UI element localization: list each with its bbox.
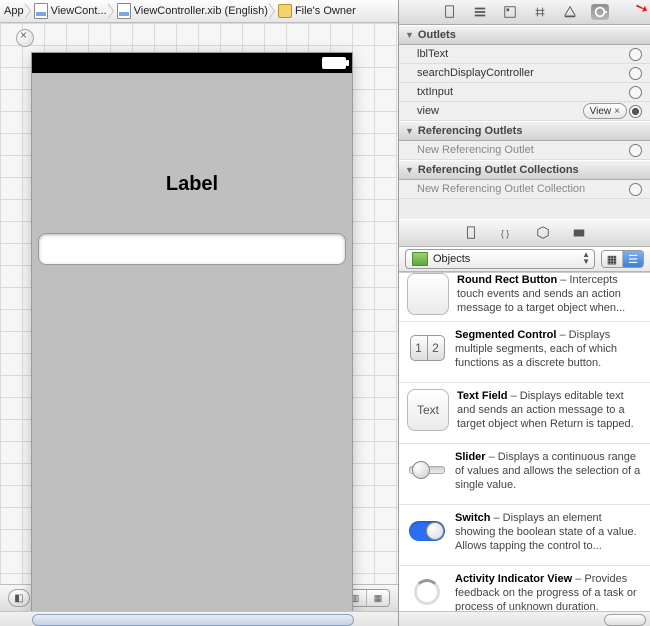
- library-item-segmented[interactable]: 12 Segmented Control – Displays multiple…: [399, 322, 650, 383]
- outlet-label: view: [417, 105, 439, 117]
- xib-file-icon: [117, 3, 131, 19]
- quick-help-tab[interactable]: [471, 4, 489, 20]
- utilities-pane: ➘ ▼ Outlets lblText searchDisplayControll…: [399, 0, 650, 626]
- inspector-tab-bar: ➘: [399, 0, 650, 25]
- outlet-label: txtInput: [417, 86, 453, 98]
- media-library-tab[interactable]: [570, 225, 588, 241]
- library-item-desc: Segmented Control – Displays multiple se…: [455, 328, 642, 376]
- canvas-horizontal-scrollbar[interactable]: [0, 611, 398, 626]
- connection-port-icon[interactable]: [629, 105, 642, 118]
- close-document-button[interactable]: [16, 29, 34, 47]
- outlet-label: searchDisplayController: [417, 67, 534, 79]
- connection-port-icon[interactable]: [629, 183, 642, 196]
- library-combo-label: Objects: [433, 253, 470, 265]
- new-referencing-outlet[interactable]: New Referencing Outlet: [399, 141, 650, 160]
- library-item-activity[interactable]: Activity Indicator View – Provides feedb…: [399, 566, 650, 611]
- outlet-txtinput[interactable]: txtInput: [399, 83, 650, 102]
- breadcrumb-app-label: App: [4, 5, 24, 17]
- status-bar: [32, 53, 352, 73]
- library-item-desc: Round Rect Button – Intercepts touch eve…: [457, 273, 642, 315]
- connection-port-icon[interactable]: [629, 67, 642, 80]
- objects-cube-icon: [412, 252, 428, 266]
- object-library-list[interactable]: Round Rect Button – Intercepts touch eve…: [399, 272, 650, 611]
- breadcrumb-controller[interactable]: ViewCont...: [30, 0, 113, 22]
- outlet-searchdisplaycontroller[interactable]: searchDisplayController: [399, 64, 650, 83]
- identity-inspector-tab[interactable]: [501, 4, 519, 20]
- ref-outlets-header-label: Referencing Outlets: [418, 125, 523, 137]
- library-item-desc: Switch – Displays an element showing the…: [455, 511, 642, 559]
- file-inspector-tab[interactable]: [441, 4, 459, 20]
- library-item-desc: Activity Indicator View – Provides feedb…: [455, 572, 642, 611]
- size-inspector-tab[interactable]: [561, 4, 579, 20]
- breadcrumb-owner-label: File's Owner: [295, 5, 356, 17]
- library-scope-combo[interactable]: Objects ▲▼: [405, 249, 595, 269]
- xib-file-icon: [34, 3, 48, 19]
- new-referencing-outlet-collection[interactable]: New Referencing Outlet Collection: [399, 180, 650, 199]
- library-item-desc: Text Field – Displays editable text and …: [457, 389, 642, 437]
- outlets-section-header[interactable]: ▼ Outlets: [399, 25, 650, 45]
- library-item-desc: Slider – Displays a continuous range of …: [455, 450, 642, 498]
- library-item-roundrect[interactable]: Round Rect Button – Intercepts touch eve…: [399, 273, 650, 322]
- outlet-label: New Referencing Outlet: [417, 144, 534, 156]
- annotation-arrow-icon: ➘: [632, 0, 650, 20]
- connection-port-icon[interactable]: [629, 86, 642, 99]
- connection-pill[interactable]: View: [583, 103, 627, 119]
- battery-icon: [322, 57, 346, 69]
- activity-indicator-thumb-icon: [407, 572, 447, 611]
- referencing-outlet-collections-header[interactable]: ▼ Referencing Outlet Collections: [399, 160, 650, 180]
- breadcrumb-files-owner[interactable]: File's Owner: [274, 0, 362, 22]
- segmented-thumb-icon: 12: [407, 328, 447, 368]
- roundrect-thumb-icon: [407, 273, 449, 315]
- library-item-textfield[interactable]: Text Text Field – Displays editable text…: [399, 383, 650, 444]
- connections-inspector-tab[interactable]: [591, 4, 609, 20]
- library-view-toggle[interactable]: ▦ ☰: [601, 250, 644, 268]
- breadcrumb: App ViewCont... ViewController.xib (Engl…: [0, 0, 398, 23]
- disclosure-triangle-icon: ▼: [405, 30, 414, 40]
- outlets-header-label: Outlets: [418, 29, 456, 41]
- outlet-view[interactable]: view View: [399, 102, 650, 121]
- outline-toggle-button[interactable]: ◧: [8, 589, 30, 607]
- ui-label[interactable]: Label: [32, 173, 352, 196]
- library-item-slider[interactable]: Slider – Displays a continuous range of …: [399, 444, 650, 505]
- grid-view-button[interactable]: ▦: [602, 251, 622, 267]
- breadcrumb-controller-label: ViewCont...: [51, 5, 107, 17]
- disclosure-triangle-icon: ▼: [405, 165, 414, 175]
- library-tab-bar: { }: [399, 219, 650, 247]
- textfield-thumb-icon: Text: [407, 389, 449, 431]
- iphone-view[interactable]: Label: [32, 53, 352, 613]
- disclosure-triangle-icon: ▼: [405, 126, 414, 136]
- code-snippet-library-tab[interactable]: { }: [498, 225, 516, 241]
- breadcrumb-xib-label: ViewController.xib (English): [134, 5, 268, 17]
- object-library-tab[interactable]: [534, 225, 552, 241]
- combo-arrows-icon: ▲▼: [582, 251, 590, 265]
- ref-collections-header-label: Referencing Outlet Collections: [418, 164, 579, 176]
- ui-textfield[interactable]: [38, 233, 346, 265]
- library-filter-bar: Objects ▲▼ ▦ ☰: [399, 247, 650, 272]
- scrollbar-thumb[interactable]: [32, 614, 354, 626]
- switch-thumb-icon: [407, 511, 447, 551]
- cube-icon: [278, 4, 292, 18]
- list-view-button[interactable]: ☰: [622, 251, 643, 267]
- library-horizontal-scrollbar[interactable]: [399, 611, 650, 626]
- referencing-outlets-header[interactable]: ▼ Referencing Outlets: [399, 121, 650, 141]
- editor-pane: App ViewCont... ViewController.xib (Engl…: [0, 0, 399, 626]
- layout-option-3[interactable]: ▦: [366, 590, 389, 606]
- ib-canvas[interactable]: Label: [0, 23, 398, 584]
- connection-port-icon[interactable]: [629, 144, 642, 157]
- library-item-switch[interactable]: Switch – Displays an element showing the…: [399, 505, 650, 566]
- scrollbar-thumb[interactable]: [604, 614, 646, 626]
- svg-text:{ }: { }: [500, 229, 508, 239]
- file-template-library-tab[interactable]: [462, 225, 480, 241]
- outlet-lbltext[interactable]: lblText: [399, 45, 650, 64]
- slider-thumb-icon: [407, 450, 447, 490]
- attributes-inspector-tab[interactable]: [531, 4, 549, 20]
- breadcrumb-xib[interactable]: ViewController.xib (English): [113, 0, 274, 22]
- outlet-label: New Referencing Outlet Collection: [417, 183, 585, 195]
- outlet-label: lblText: [417, 48, 448, 60]
- connection-port-icon[interactable]: [629, 48, 642, 61]
